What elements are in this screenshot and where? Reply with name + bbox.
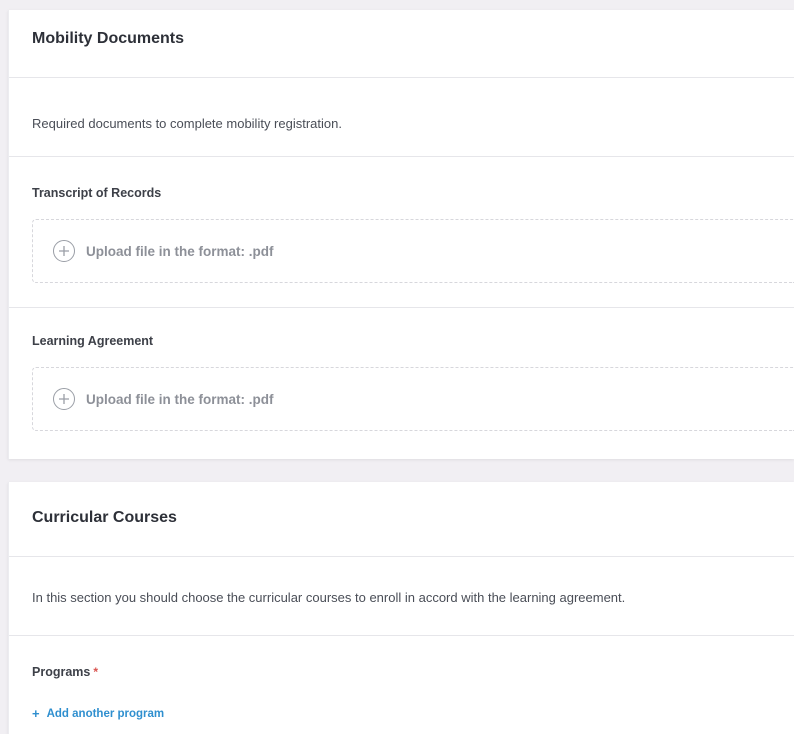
plus-icon: +	[32, 706, 40, 721]
mobility-header: Mobility Documents	[9, 10, 794, 78]
transcript-label: Transcript of Records	[32, 186, 162, 200]
mobility-documents-card: Mobility Documents Required documents to…	[8, 10, 794, 459]
curricular-courses-title: Curricular Courses	[32, 509, 177, 526]
required-marker: *	[93, 665, 99, 679]
programs-label: Programs *	[32, 665, 98, 679]
plus-circle-icon	[53, 240, 75, 262]
courses-header: Curricular Courses	[9, 482, 794, 557]
add-another-program-label: Add another program	[46, 707, 165, 720]
mobility-documents-title: Mobility Documents	[32, 30, 185, 47]
learning-agreement-label: Learning Agreement	[32, 334, 154, 348]
learning-agreement-section: Learning Agreement Upload file in the fo…	[9, 308, 794, 459]
transcript-upload-text: Upload file in the format: .pdf	[86, 243, 274, 259]
learning-agreement-upload-dropzone[interactable]: Upload file in the format: .pdf	[32, 367, 794, 431]
add-another-program-link[interactable]: + Add another program	[32, 706, 164, 721]
programs-label-text: Programs	[32, 665, 91, 679]
transcript-section: Transcript of Records Upload file in the…	[9, 157, 794, 308]
curricular-courses-card: Curricular Courses In this section you s…	[8, 482, 794, 734]
courses-description-row: In this section you should choose the cu…	[9, 557, 794, 636]
mobility-description-row: Required documents to complete mobility …	[9, 78, 794, 157]
plus-circle-icon	[53, 388, 75, 410]
courses-description: In this section you should choose the cu…	[32, 590, 626, 605]
transcript-upload-dropzone[interactable]: Upload file in the format: .pdf	[32, 219, 794, 283]
programs-section: Programs * + Add another program	[9, 636, 794, 734]
mobility-description: Required documents to complete mobility …	[32, 116, 342, 131]
learning-agreement-upload-text: Upload file in the format: .pdf	[86, 391, 274, 407]
